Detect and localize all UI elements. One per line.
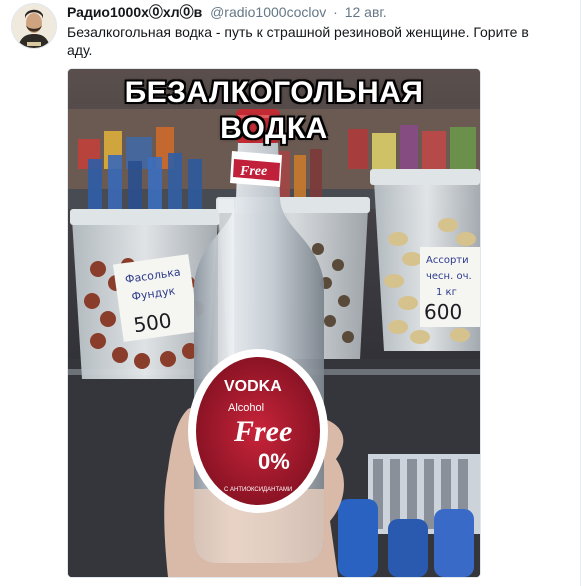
meme-caption: БЕЗАЛКОГОЛЬНАЯ ВОДКА xyxy=(124,76,424,145)
avatar-portrait-icon xyxy=(12,4,56,48)
author-handle[interactable]: @radio1000coclov xyxy=(210,4,326,20)
tweet-text: Безалкогольная водка - путь к страшной р… xyxy=(67,24,529,58)
tweet-header: Радио1000х⓪хл⓪в @radio1000coclov · 12 ав… xyxy=(67,3,387,21)
right-tag-line1: Ассорти xyxy=(426,255,469,266)
neck-label-brand: Free xyxy=(239,164,267,179)
right-tag-price: 600 xyxy=(424,300,462,324)
label-sub-text: С АНТИОКСИДАНТАМИ xyxy=(224,487,292,493)
avatar[interactable] xyxy=(11,3,57,49)
label-percent-text: 0% xyxy=(258,449,290,474)
author-name[interactable]: Радио1000х⓪хл⓪в xyxy=(67,4,202,20)
tweet-photo[interactable]: Фасолька Фундук 500 Ассорти чесн. оч. 1 … xyxy=(67,68,481,578)
right-tag-line3: 1 кг xyxy=(436,287,457,298)
tweet-timestamp[interactable]: 12 авг. xyxy=(345,4,387,20)
label-alcohol-text: Alcohol xyxy=(228,402,264,414)
right-tag-line2: чесн. оч. xyxy=(426,271,472,282)
separator-dot: · xyxy=(333,4,338,20)
label-free-text: Free xyxy=(233,415,292,448)
label-vodka-text: VODKA xyxy=(224,378,282,395)
